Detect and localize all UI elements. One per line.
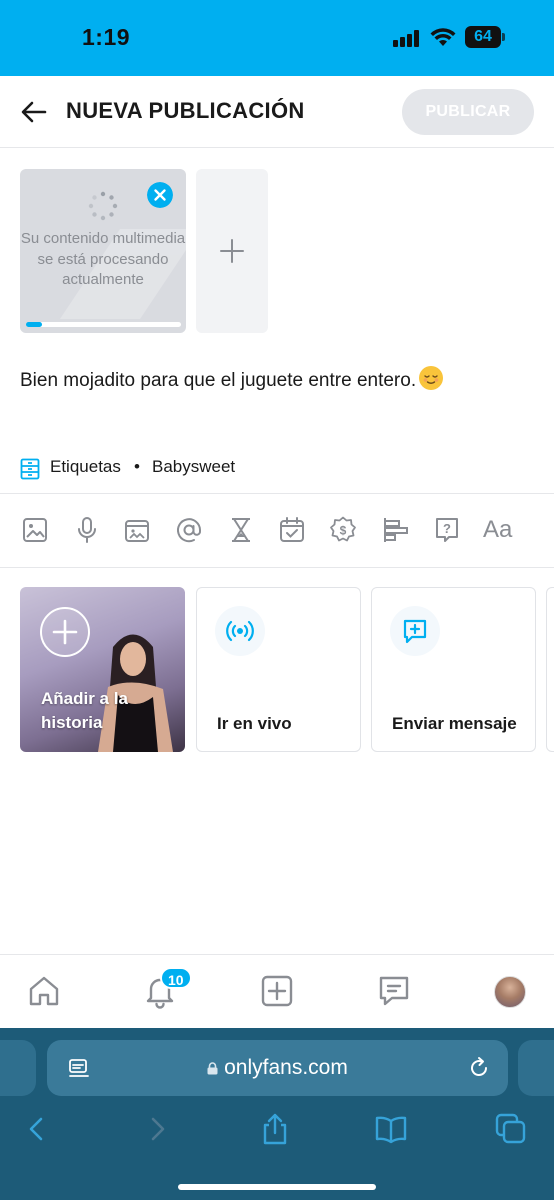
wifi-icon: [430, 28, 456, 46]
post-toolbar: $ ? Aa: [0, 511, 554, 551]
share-icon[interactable]: [258, 1112, 292, 1146]
add-to-story-card[interactable]: Añadir a la historia: [20, 587, 185, 752]
bookmarks-icon[interactable]: [374, 1112, 408, 1146]
page-title: NUEVA PUBLICACIÓN: [66, 98, 305, 123]
mention-icon[interactable]: [174, 515, 204, 545]
processing-message: Su contenido multimedia se está procesan…: [20, 230, 186, 288]
create-post-icon[interactable]: [259, 973, 295, 1009]
messages-icon[interactable]: [376, 973, 412, 1009]
plus-icon: [220, 239, 244, 263]
url-text: onlyfans.com: [224, 1056, 348, 1079]
avatar[interactable]: [494, 976, 526, 1008]
svg-text:?: ?: [443, 521, 451, 536]
poll-icon[interactable]: [381, 515, 411, 545]
forward-icon[interactable]: [140, 1112, 174, 1146]
tags-icon: [20, 458, 40, 480]
battery-icon: 64: [465, 26, 505, 48]
tags-label: Etiquetas: [50, 457, 121, 476]
go-live-label: Ir en vivo: [217, 714, 292, 733]
close-icon[interactable]: [147, 182, 173, 208]
status-time: 1:19: [82, 24, 131, 50]
upload-progress-fill: [26, 322, 42, 327]
reload-icon[interactable]: [467, 1056, 491, 1080]
post-caption[interactable]: Bien mojadito para que el juguete entre …: [20, 366, 444, 392]
cellular-signal-icon: [393, 30, 421, 47]
tabs-icon[interactable]: [494, 1112, 528, 1146]
bottom-tab-bar: 10: [0, 954, 554, 1028]
tag-value: Babysweet: [152, 457, 236, 476]
home-indicator: [178, 1184, 376, 1190]
notification-badge: 10: [160, 967, 192, 989]
microphone-icon[interactable]: [72, 515, 102, 545]
previous-tab-preview[interactable]: [0, 1040, 36, 1096]
home-icon[interactable]: [26, 973, 62, 1009]
add-to-story-label: Añadir a la historia: [41, 689, 128, 732]
add-media-button[interactable]: [196, 169, 268, 333]
address-bar[interactable]: onlyfans.com: [47, 1040, 508, 1096]
divider: [0, 493, 554, 494]
calendar-check-icon[interactable]: [277, 515, 307, 545]
next-card-edge[interactable]: [546, 587, 554, 752]
lock-icon: [207, 1062, 218, 1075]
quiz-icon[interactable]: ?: [432, 515, 462, 545]
vault-icon[interactable]: [122, 515, 152, 545]
image-icon[interactable]: [20, 515, 50, 545]
caption-text: Bien mojadito para que el juguete entre …: [20, 370, 417, 391]
send-message-card[interactable]: Enviar mensaje: [371, 587, 536, 752]
loading-spinner-icon: [88, 191, 118, 221]
divider: [0, 567, 554, 568]
publish-button[interactable]: PUBLICAR: [402, 89, 534, 135]
status-bar: 1:19 64: [0, 0, 554, 76]
url-display: onlyfans.com: [47, 1040, 508, 1096]
arrow-left-icon[interactable]: [18, 96, 50, 128]
back-icon[interactable]: [20, 1112, 54, 1146]
battery-level: 64: [474, 28, 492, 45]
live-broadcast-icon: [215, 606, 265, 656]
browser-chrome: onlyfans.com: [0, 1028, 554, 1200]
header: NUEVA PUBLICACIÓN PUBLICAR: [0, 76, 554, 148]
hourglass-icon[interactable]: [226, 515, 256, 545]
price-icon[interactable]: $: [328, 515, 358, 545]
tags-separator: •: [134, 457, 140, 476]
next-tab-preview[interactable]: [518, 1040, 554, 1096]
browser-toolbar: [0, 1110, 554, 1150]
go-live-card[interactable]: Ir en vivo: [196, 587, 361, 752]
add-story-plus-icon: [40, 607, 90, 657]
upload-progress-bar: [26, 322, 181, 327]
relieved-face-emoji: [419, 366, 444, 390]
send-message-label: Enviar mensaje: [392, 714, 517, 733]
message-plus-icon: [390, 606, 440, 656]
text-format-icon[interactable]: Aa: [483, 515, 517, 545]
svg-text:$: $: [340, 524, 347, 538]
